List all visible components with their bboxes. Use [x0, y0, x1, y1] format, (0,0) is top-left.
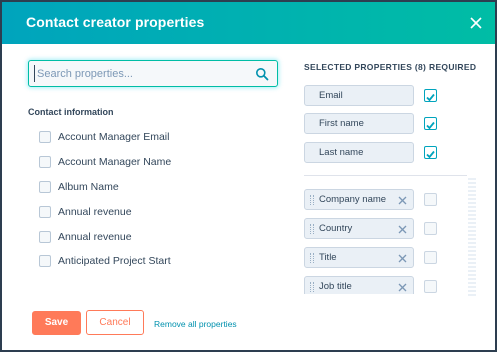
property-item[interactable]: Anticipated Project Start [39, 249, 279, 274]
required-header: REQUIRED [429, 62, 477, 72]
cancel-button[interactable]: Cancel [86, 310, 144, 335]
pill-label: Last name [319, 147, 364, 158]
selected-pill[interactable]: Company name [304, 189, 414, 210]
property-label: Annual revenue [58, 205, 132, 218]
dialog-title: Contact creator properties [26, 14, 205, 30]
selected-pill-fixed: First name [304, 113, 414, 134]
remove-all-link[interactable]: Remove all properties [154, 319, 237, 329]
selected-pill-fixed: Email [304, 85, 414, 106]
drag-handle-icon[interactable] [310, 282, 314, 292]
property-label: Album Name [58, 180, 119, 193]
property-checkbox[interactable] [39, 156, 51, 169]
property-item[interactable]: Account Manager Email [39, 125, 279, 150]
property-label: Annual revenue [58, 230, 132, 243]
properties-dialog: Contact creator properties Contact infor… [0, 0, 497, 352]
scrollbar[interactable] [468, 178, 476, 296]
required-checkbox[interactable] [424, 193, 437, 206]
pill-label: Email [319, 90, 343, 101]
save-button[interactable]: Save [32, 311, 81, 335]
property-checkbox[interactable] [39, 255, 51, 268]
required-checkbox[interactable] [424, 251, 437, 264]
property-item[interactable]: Annual revenue [39, 224, 279, 249]
property-item[interactable]: Account Manager Name [39, 150, 279, 175]
selected-pill-fixed: Last name [304, 142, 414, 163]
property-label: Account Manager Email [58, 131, 170, 144]
drag-handle-icon[interactable] [310, 253, 314, 263]
search-input[interactable] [34, 65, 254, 82]
drag-handle-icon[interactable] [310, 224, 314, 234]
selected-pill[interactable]: Job title [304, 276, 414, 294]
pill-label: Country [319, 223, 353, 234]
required-checkbox[interactable] [424, 117, 437, 130]
pill-label: Title [319, 252, 337, 263]
drag-handle-icon[interactable] [310, 195, 314, 205]
remove-icon[interactable] [397, 281, 408, 292]
pill-label: First name [319, 118, 364, 129]
selected-properties-header: SELECTED PROPERTIES (8) [304, 62, 427, 72]
property-checkbox[interactable] [39, 230, 51, 243]
required-checkbox[interactable] [424, 280, 437, 293]
remove-icon[interactable] [397, 223, 408, 234]
selected-properties-list: Email First name Last name Company name [302, 82, 487, 294]
property-checkbox[interactable] [39, 180, 51, 193]
property-checkbox[interactable] [39, 131, 51, 144]
dialog-header: Contact creator properties [2, 2, 495, 44]
property-label: Anticipated Project Start [58, 255, 171, 268]
property-label: Account Manager Name [58, 156, 172, 169]
property-item[interactable]: Album Name [39, 175, 279, 200]
property-checkbox[interactable] [39, 205, 51, 218]
search-icon[interactable] [255, 67, 269, 81]
property-item[interactable]: Annual revenue [39, 199, 279, 224]
required-checkbox[interactable] [424, 146, 437, 159]
pill-label: Company name [319, 194, 387, 205]
property-list: Account Manager Email Account Manager Na… [39, 125, 279, 274]
required-checkbox[interactable] [424, 222, 437, 235]
pill-label: Job title [319, 281, 352, 292]
group-label: Contact information [28, 107, 114, 117]
divider [304, 175, 467, 176]
close-icon[interactable] [465, 12, 487, 34]
remove-icon[interactable] [397, 194, 408, 205]
search-field[interactable] [28, 60, 278, 87]
selected-pill[interactable]: Country [304, 218, 414, 239]
selected-pill[interactable]: Title [304, 247, 414, 268]
required-checkbox[interactable] [424, 89, 437, 102]
remove-icon[interactable] [397, 252, 408, 263]
